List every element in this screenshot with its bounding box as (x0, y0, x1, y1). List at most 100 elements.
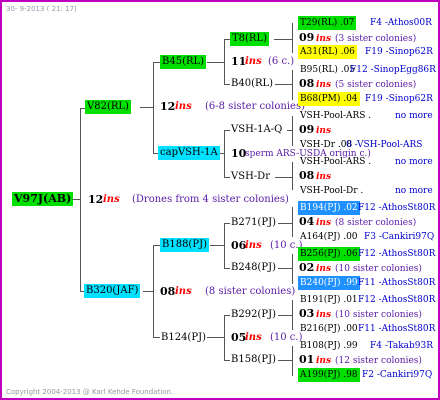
queen-b158[interactable]: B158(PJ) (231, 354, 276, 366)
connector (292, 346, 293, 376)
root-note: (Drones from 4 sister colonies) (132, 194, 289, 205)
vsh-pool-2-ref: no more (395, 157, 433, 167)
g4-3-ins: ins (316, 172, 332, 182)
connector (220, 153, 225, 154)
connector (292, 207, 293, 237)
mother-note: (8 sister colonies) (205, 286, 296, 297)
queen-b256[interactable]: B256(PJ) .06 (298, 247, 360, 261)
g4-4-note: (8 sister colonies) (335, 218, 417, 228)
connector (140, 107, 154, 108)
queen-b40[interactable]: B40(RL) (231, 78, 273, 90)
connector (224, 223, 225, 269)
queen-vsh-pool-1[interactable]: VSH-Pool-ARS . (300, 110, 371, 122)
b124-ins: ins (245, 332, 262, 343)
t29-ref: F4 -Athos00R (370, 18, 432, 28)
queen-b271[interactable]: B271(PJ) (231, 217, 276, 229)
g4-1-note: (5 sister colonies) (335, 80, 417, 90)
g4-0-note: (3 sister colonies) (335, 34, 417, 44)
queen-b45[interactable]: B45(RL) (160, 55, 207, 69)
queen-b124[interactable]: B124(PJ) (161, 332, 206, 344)
queen-b95[interactable]: B95(RL) .05 (300, 64, 355, 76)
g4-2-ins: ins (316, 126, 332, 136)
queen-vsh-dr[interactable]: VSH-Dr (231, 171, 270, 183)
connector (224, 223, 230, 224)
queen-t29[interactable]: T29(RL) .07 (298, 16, 357, 30)
b95-ref: F12 -SinopEgg86R (350, 65, 436, 75)
vsh-dr-2-ref: 0 -VSH-Pool-ARS (346, 140, 423, 150)
connector (278, 268, 293, 269)
g4-1-year: 08 (299, 77, 315, 90)
copyright: Copyright 2004-2013 @ Karl Kehde Foundat… (6, 388, 174, 396)
queen-b194[interactable]: B194(PJ) .02 (298, 201, 360, 215)
root-ins: ins (103, 194, 120, 205)
connector (274, 39, 293, 40)
queen-b188[interactable]: B188(PJ) (160, 238, 209, 252)
connector (292, 70, 293, 100)
b124-note: (10 c.) (270, 332, 303, 343)
queen-vsh-1a-q[interactable]: VSH-1A-Q (231, 124, 282, 136)
queen-b240[interactable]: B240(PJ) .99 (298, 276, 360, 290)
queen-b68[interactable]: B68(PM) .04 (298, 92, 360, 106)
queen-b191[interactable]: B191(PJ) .01 (300, 294, 358, 306)
connector (72, 199, 81, 200)
g4-6-note: (10 sister colonies) (335, 310, 422, 320)
queen-a31[interactable]: A31(RL) .06 (298, 45, 357, 59)
g4-1-ins: ins (316, 80, 332, 90)
b68-ref: F19 -Sinop62R (365, 94, 433, 104)
queen-t8[interactable]: T8(RL) (230, 32, 270, 46)
father-note: (6-8 sister colonies) (205, 101, 305, 112)
connector (292, 116, 293, 146)
b188-ins: ins (245, 240, 262, 251)
connector (207, 62, 225, 63)
mother-ins: ins (175, 286, 192, 297)
b45-ins: ins (245, 56, 262, 67)
father-year: 12 (160, 100, 176, 113)
b256-ref: F12 -AthosSt80R (358, 249, 436, 259)
queen-capvsh[interactable]: capVSH-1A (158, 146, 220, 160)
g4-0-ins: ins (316, 34, 332, 44)
connector (292, 162, 293, 190)
connector (224, 315, 230, 316)
queen-b248[interactable]: B248(PJ) (231, 262, 276, 274)
queen-b216[interactable]: B216(PJ) .00 (300, 323, 358, 335)
b191-ref: F12 -AthosSt80R (358, 295, 436, 305)
root-queen[interactable]: V97J(AB) (12, 192, 74, 206)
b194-ref: F12 -AthosSt80R (358, 203, 436, 213)
g4-6-year: 03 (299, 307, 315, 320)
connector (224, 130, 230, 131)
father-queen[interactable]: V82(RL) (85, 100, 131, 114)
b108-ref: F4 -Takab93R (370, 341, 434, 351)
queen-vsh-pool-dr[interactable]: VSH-Pool-Dr . (300, 185, 363, 197)
connector (278, 360, 293, 361)
connector (80, 108, 81, 292)
connector (224, 315, 225, 361)
queen-a199[interactable]: A199(PJ) .98 (298, 368, 360, 382)
connector (292, 254, 293, 284)
g4-5-year: 02 (299, 261, 315, 274)
vsh-pool-1-ref: no more (395, 111, 433, 121)
b216-ref: F11 -AthosSt80R (358, 324, 436, 334)
b45-note: (6 c.) (268, 56, 295, 67)
connector (143, 291, 154, 292)
root-year: 12 (88, 193, 104, 206)
queen-a164[interactable]: A164(PJ) .00 (300, 231, 358, 243)
queen-b108[interactable]: B108(PJ) .99 (300, 340, 358, 352)
connector (224, 360, 230, 361)
mother-queen[interactable]: B320(JAF) (84, 284, 141, 298)
queen-b292[interactable]: B292(PJ) (231, 309, 276, 321)
connector (153, 62, 160, 63)
g4-6-ins: ins (316, 310, 332, 320)
a164-ref: F3 -Cankiri97Q (364, 232, 435, 242)
g4-5-note: (10 sister colonies) (335, 264, 422, 274)
queen-vsh-dr-2[interactable]: VSH-Dr .08 (300, 139, 352, 151)
connector (275, 177, 293, 178)
g4-0-year: 09 (299, 31, 315, 44)
g4-4-ins: ins (316, 218, 332, 228)
queen-vsh-pool-2[interactable]: VSH-Pool-ARS . (300, 156, 371, 168)
connector (224, 84, 230, 85)
g4-7-year: 01 (299, 353, 315, 366)
connector (207, 337, 225, 338)
a31-ref: F19 -Sinop62R (365, 47, 433, 57)
g4-4-year: 04 (299, 215, 315, 228)
connector (210, 245, 225, 246)
